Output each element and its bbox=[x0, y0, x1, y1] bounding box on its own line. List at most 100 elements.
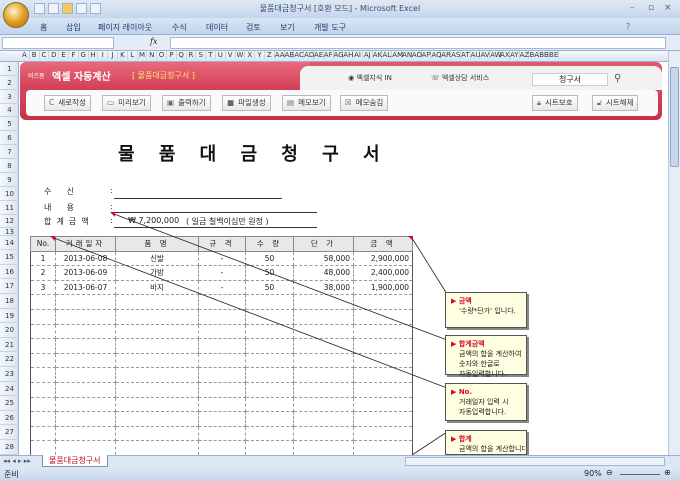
column-header[interactable]: AF bbox=[324, 51, 334, 59]
column-header[interactable]: P bbox=[167, 51, 177, 59]
table-cell[interactable] bbox=[30, 308, 56, 325]
column-header[interactable]: Y bbox=[255, 51, 265, 59]
table-cell[interactable] bbox=[353, 425, 413, 442]
table-cell[interactable]: 2 bbox=[30, 265, 56, 281]
table-cell[interactable] bbox=[245, 308, 294, 325]
column-header[interactable]: AK bbox=[373, 51, 383, 59]
tab-data[interactable]: 데이터 bbox=[206, 22, 228, 33]
column-header[interactable]: AB bbox=[285, 51, 295, 59]
table-cell[interactable] bbox=[115, 308, 199, 325]
table-cell[interactable] bbox=[293, 308, 354, 325]
tab-formulas[interactable]: 수식 bbox=[172, 22, 187, 33]
create-file-button[interactable]: ■ 파일생성 bbox=[222, 95, 271, 111]
tab-view[interactable]: 보기 bbox=[280, 22, 295, 33]
row-header[interactable]: 8 bbox=[0, 159, 19, 173]
table-cell[interactable] bbox=[115, 338, 199, 354]
row-header[interactable]: 15 bbox=[0, 250, 19, 265]
table-cell[interactable] bbox=[198, 308, 246, 325]
table-cell[interactable] bbox=[353, 440, 413, 456]
column-header[interactable]: AA bbox=[275, 51, 285, 59]
excel-knowledge-link[interactable]: ◉ 엑셀지식 IN bbox=[330, 70, 410, 86]
table-cell[interactable] bbox=[30, 352, 56, 369]
preview-button[interactable]: ▭ 미리보기 bbox=[102, 95, 151, 111]
table-cell[interactable] bbox=[293, 411, 354, 427]
column-header[interactable]: AD bbox=[304, 51, 314, 59]
row-header[interactable]: 17 bbox=[0, 279, 19, 294]
table-cell[interactable]: 2,400,000 bbox=[353, 265, 413, 281]
table-cell[interactable] bbox=[293, 381, 354, 398]
column-header[interactable]: AR bbox=[441, 51, 452, 59]
column-header[interactable]: J bbox=[108, 51, 118, 59]
comment-no[interactable]: ▶ No. 거래일자 입력 시 자동입력합니다. bbox=[445, 383, 527, 421]
table-cell[interactable] bbox=[293, 396, 354, 413]
row-header[interactable]: 2 bbox=[0, 76, 19, 90]
table-cell[interactable] bbox=[245, 440, 294, 456]
table-cell[interactable] bbox=[30, 381, 56, 398]
table-cell[interactable] bbox=[55, 294, 116, 310]
column-header[interactable]: C bbox=[40, 51, 50, 59]
column-header[interactable]: AJ bbox=[363, 51, 373, 59]
column-header[interactable]: AH bbox=[343, 51, 353, 59]
table-cell[interactable] bbox=[198, 338, 246, 354]
column-header[interactable]: E bbox=[59, 51, 69, 59]
search-icon[interactable]: ⚲ bbox=[614, 73, 621, 84]
column-header[interactable]: BB bbox=[539, 51, 550, 59]
horizontal-scrollbar[interactable] bbox=[405, 457, 665, 466]
fx-icon[interactable]: fx bbox=[150, 37, 157, 46]
column-header[interactable]: AW bbox=[490, 51, 502, 59]
comment-amount[interactable]: ▶ 금액 '수량*단가' 입니다. bbox=[445, 292, 527, 328]
column-header[interactable]: F bbox=[69, 51, 79, 59]
table-cell[interactable] bbox=[353, 338, 413, 354]
tab-home[interactable]: 홈 bbox=[40, 22, 47, 33]
table-cell[interactable] bbox=[245, 425, 294, 442]
minimize-icon[interactable]: – bbox=[630, 3, 635, 13]
table-cell[interactable]: 가방 bbox=[115, 265, 199, 281]
excel-consult-link[interactable]: ☏ 엑셀상담 서비스 bbox=[416, 70, 504, 86]
table-cell[interactable] bbox=[293, 338, 354, 354]
column-header[interactable]: AQ bbox=[431, 51, 442, 59]
row-header[interactable]: 4 bbox=[0, 104, 19, 117]
formula-input[interactable] bbox=[170, 37, 666, 49]
table-cell[interactable]: 2013-06-09 bbox=[55, 265, 116, 281]
column-header[interactable]: AZ bbox=[520, 51, 530, 59]
tab-insert[interactable]: 삽입 bbox=[66, 22, 81, 33]
row-header[interactable]: 18 bbox=[0, 294, 19, 309]
table-cell[interactable] bbox=[198, 381, 246, 398]
table-cell[interactable] bbox=[115, 323, 199, 340]
column-header[interactable]: Q bbox=[177, 51, 187, 59]
table-cell[interactable] bbox=[353, 381, 413, 398]
table-cell[interactable] bbox=[30, 367, 56, 383]
maximize-icon[interactable]: ▫ bbox=[648, 3, 654, 13]
table-cell[interactable] bbox=[198, 367, 246, 383]
new-button[interactable]: C 새로작성 bbox=[44, 95, 91, 111]
table-cell[interactable]: 2013-06-07 bbox=[55, 279, 116, 296]
table-cell[interactable] bbox=[55, 352, 116, 369]
row-header[interactable]: 10 bbox=[0, 187, 19, 201]
table-cell[interactable] bbox=[245, 396, 294, 413]
row-header[interactable]: 12 bbox=[0, 215, 19, 228]
table-cell[interactable] bbox=[293, 367, 354, 383]
row-header[interactable]: 11 bbox=[0, 201, 19, 215]
column-header[interactable]: S bbox=[196, 51, 207, 59]
column-header[interactable]: O bbox=[157, 51, 167, 59]
table-cell[interactable]: 3 bbox=[30, 279, 56, 296]
tab-page-layout[interactable]: 페이지 레이아웃 bbox=[98, 22, 152, 33]
row-header[interactable]: 20 bbox=[0, 323, 19, 338]
table-cell[interactable] bbox=[353, 411, 413, 427]
table-cell[interactable] bbox=[115, 381, 199, 398]
row-header[interactable]: 5 bbox=[0, 117, 19, 131]
hide-memo-button[interactable]: ☒ 메모숨김 bbox=[340, 95, 389, 111]
table-cell[interactable] bbox=[198, 396, 246, 413]
row-header[interactable]: 22 bbox=[0, 352, 19, 367]
column-header[interactable]: AV bbox=[480, 51, 491, 59]
table-cell[interactable]: 바지 bbox=[115, 279, 199, 296]
table-cell[interactable] bbox=[30, 425, 56, 442]
row-header[interactable]: 28 bbox=[0, 440, 19, 455]
column-header[interactable]: Z bbox=[265, 51, 275, 59]
table-cell[interactable]: 2013-06-08 bbox=[55, 250, 116, 267]
column-header[interactable]: AY bbox=[510, 51, 520, 59]
row-header[interactable]: 3 bbox=[0, 90, 19, 104]
table-cell[interactable] bbox=[245, 411, 294, 427]
table-cell[interactable] bbox=[30, 294, 56, 310]
column-header[interactable]: V bbox=[226, 51, 236, 59]
